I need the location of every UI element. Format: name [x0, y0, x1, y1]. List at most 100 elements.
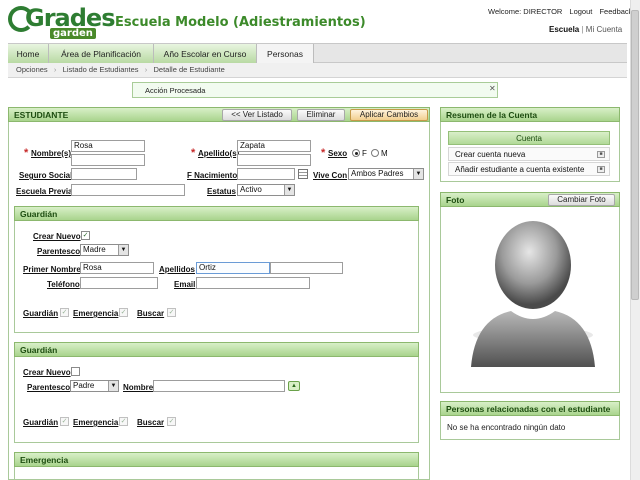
- guardian2-title: Guardián: [20, 345, 58, 355]
- telefono-label: Teléfono: [47, 280, 80, 289]
- emergencia-flag-checkbox[interactable]: ✓: [119, 417, 128, 426]
- parentesco-label: Parentesco: [37, 247, 81, 256]
- buscar-flag-label: Buscar: [137, 309, 165, 318]
- crumb-detalle: Detalle de Estudiante: [153, 65, 225, 74]
- nombre-label: Nombre(s): [31, 149, 72, 158]
- crumb-separator: ›: [53, 65, 57, 74]
- estatus-value: Activo: [240, 185, 262, 194]
- crumb-separator: ›: [144, 65, 148, 74]
- sexo-label: Sexo: [328, 149, 348, 158]
- avatar-silhouette: [471, 221, 595, 367]
- required-mark: *: [24, 147, 29, 159]
- nacimiento-input[interactable]: [237, 168, 295, 180]
- guardian-flag-label: Guardián: [23, 418, 59, 427]
- crumb-listado[interactable]: Listado de Estudiantes: [63, 65, 139, 74]
- close-icon[interactable]: ✕: [489, 84, 496, 93]
- tab-home[interactable]: Home: [8, 44, 49, 64]
- required-mark: *: [321, 147, 326, 159]
- nombre-input[interactable]: Rosa: [71, 140, 145, 152]
- guardian-flag-checkbox[interactable]: ✓: [60, 308, 69, 317]
- sexo-m-label: M: [381, 149, 388, 158]
- related-people-title: Personas relacionadas con el estudiante: [446, 404, 611, 414]
- telefono-input[interactable]: [80, 277, 158, 289]
- primer-nombre-label: Primer Nombre: [23, 265, 81, 274]
- escuela-previa-input[interactable]: [71, 184, 185, 196]
- mi-cuenta-link[interactable]: Mi Cuenta: [586, 25, 622, 34]
- sexo-m-radio[interactable]: [371, 149, 379, 157]
- crear-nuevo-checkbox[interactable]: ✓: [81, 231, 90, 240]
- email-label: Email: [174, 280, 196, 289]
- vive-con-label: Vive Con: [313, 171, 348, 180]
- back-to-list-button[interactable]: << Ver Listado: [222, 109, 292, 121]
- add-icon[interactable]: ▲: [288, 381, 300, 391]
- account-summary-header: Resumen de la Cuenta: [440, 107, 620, 122]
- feedback-link[interactable]: Feedback: [599, 7, 632, 16]
- apellidos-label: Apellido(s): [198, 149, 240, 158]
- estatus-select[interactable]: Activo ▼: [237, 184, 295, 196]
- emergencia-flag-label: Emergencia: [73, 309, 119, 318]
- calendar-icon[interactable]: [298, 169, 308, 179]
- seguro-social-label: Seguro Social: [19, 171, 73, 180]
- guardian-flag-checkbox[interactable]: ✓: [60, 417, 69, 426]
- apellidos-input[interactable]: Zapata: [237, 140, 311, 152]
- add-to-account-label: Añadir estudiante a cuenta existente: [455, 165, 585, 174]
- scrollbar-thumb[interactable]: [631, 10, 639, 300]
- create-account-item[interactable]: Crear cuenta nueva ■: [448, 147, 610, 161]
- emergency-body: [14, 467, 419, 480]
- chevron-down-icon: ▼: [108, 381, 118, 391]
- guardian-apellidos-input-2[interactable]: [270, 262, 343, 274]
- apellidos-input-2[interactable]: [237, 154, 311, 166]
- action-icon[interactable]: ■: [597, 151, 605, 158]
- vive-con-value: Ambos Padres: [351, 169, 404, 178]
- guardian-apellidos-input[interactable]: Ortiz: [196, 262, 270, 274]
- delete-button[interactable]: Eliminar: [297, 109, 345, 121]
- chevron-down-icon: ▼: [284, 185, 294, 195]
- required-mark: *: [191, 147, 196, 159]
- escuela-link[interactable]: Escuela: [549, 25, 579, 34]
- emergencia-flag-checkbox[interactable]: ✓: [119, 308, 128, 317]
- crear-nuevo-label: Crear Nuevo: [23, 368, 71, 377]
- buscar-flag-label: Buscar: [137, 418, 165, 427]
- nombre-label: Nombre: [123, 383, 154, 392]
- nombre-input[interactable]: [153, 380, 285, 392]
- logo-subword: garden: [50, 28, 96, 39]
- main-nav: Home Área de Planificación Año Escolar e…: [8, 43, 627, 64]
- create-account-label: Crear cuenta nueva: [455, 150, 526, 159]
- sexo-f-label: F: [362, 149, 367, 158]
- buscar-flag-checkbox[interactable]: ✓: [167, 417, 176, 426]
- crumb-opciones[interactable]: Opciones: [16, 65, 48, 74]
- email-input[interactable]: [196, 277, 310, 289]
- sexo-f-radio[interactable]: [352, 149, 360, 157]
- photo-title: Foto: [446, 195, 465, 205]
- tab-planificacion[interactable]: Área de Planificación: [49, 44, 154, 64]
- logo[interactable]: Grades garden: [8, 4, 115, 42]
- subnav-separator: |: [581, 25, 584, 34]
- parentesco-label: Parentesco: [27, 383, 71, 392]
- logout-link[interactable]: Logout: [569, 7, 592, 16]
- buscar-flag-checkbox[interactable]: ✓: [167, 308, 176, 317]
- change-photo-button[interactable]: Cambiar Foto: [548, 194, 615, 206]
- parentesco-select[interactable]: Madre ▼: [80, 244, 129, 256]
- related-people-header: Personas relacionadas con el estudiante: [440, 401, 620, 416]
- emergencia-flag-label: Emergencia: [73, 418, 119, 427]
- seguro-social-input[interactable]: [71, 168, 137, 180]
- action-icon[interactable]: ■: [597, 166, 605, 173]
- apply-changes-button[interactable]: Aplicar Cambios: [350, 109, 428, 121]
- crear-nuevo-checkbox[interactable]: [71, 367, 80, 376]
- escuela-previa-label: Escuela Previa: [16, 187, 73, 196]
- success-alert: Acción Procesada ✕: [132, 82, 498, 98]
- tab-personas[interactable]: Personas: [257, 44, 314, 64]
- add-to-account-item[interactable]: Añadir estudiante a cuenta existente ■: [448, 162, 610, 176]
- guardian-flag-label: Guardián: [23, 309, 59, 318]
- related-people-body: No se ha encontrado ningún dato: [440, 416, 620, 440]
- emergency-title: Emergencia: [20, 455, 69, 465]
- primer-nombre-input[interactable]: Rosa: [80, 262, 154, 274]
- nacimiento-label: F Nacimiento: [187, 171, 238, 180]
- vive-con-select[interactable]: Ambos Padres ▼: [348, 168, 424, 180]
- tab-anio-escolar[interactable]: Año Escolar en Curso: [154, 44, 257, 64]
- parentesco-value: Madre: [83, 245, 106, 254]
- school-title: Escuela Modelo (Adiestramientos): [115, 15, 366, 30]
- guardian1-header: Guardián: [14, 206, 419, 221]
- nombre-input-2[interactable]: [71, 154, 145, 166]
- parentesco-select[interactable]: Padre ▼: [70, 380, 119, 392]
